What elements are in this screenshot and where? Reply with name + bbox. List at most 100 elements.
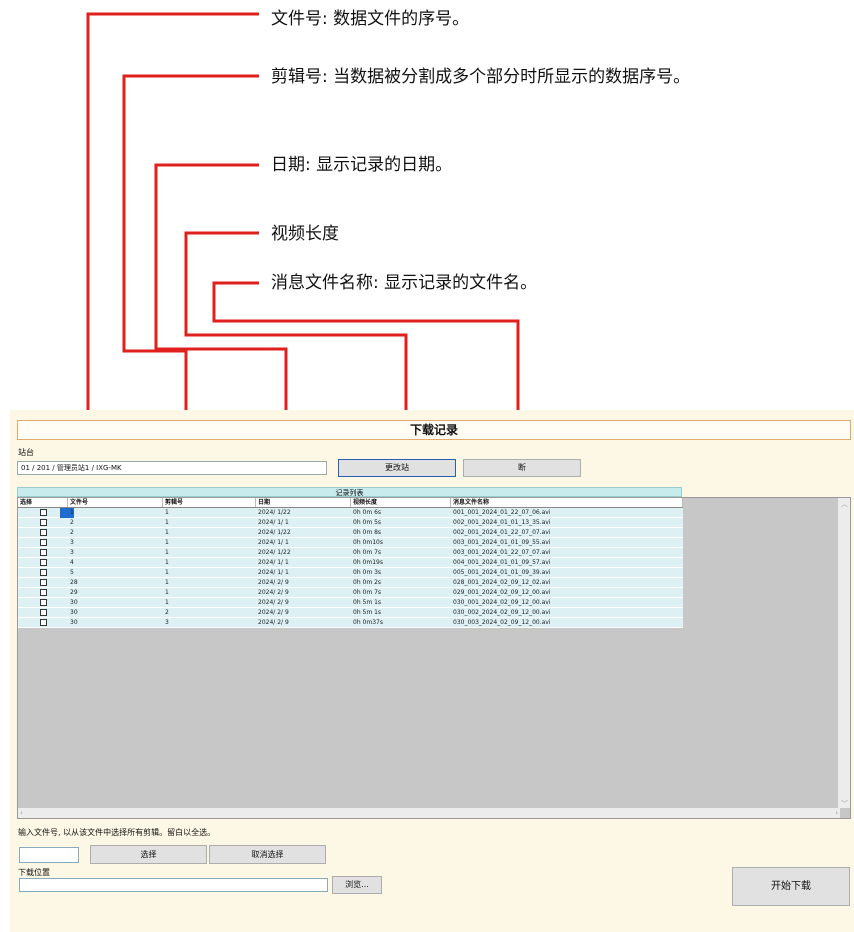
station-field[interactable]: 01 / 201 / 管理员站1 / IXG-MK	[17, 461, 327, 475]
record-list-table[interactable]: 选择 文件号 剪辑号 日期 视频长度 消息文件名称 1 1 2024/ 1/22 0h…	[17, 497, 851, 819]
row-checkbox[interactable]	[40, 609, 47, 616]
cell-date: 2024/ 2/ 9	[258, 609, 289, 616]
table-row[interactable]: 30 3 2024/ 2/ 9 0h 0m37s 030_003_2024_02_09_…	[18, 618, 683, 628]
table-row[interactable]: 2 1 2024/ 1/ 1 0h 0m 5s 002_001_2024_01_01_1…	[18, 518, 683, 528]
cell-message-file-name: 030_001_2024_02_09_12_00.avi	[453, 599, 551, 606]
cell-date: 2024/ 1/ 1	[258, 559, 289, 566]
table-row[interactable]: 30 1 2024/ 2/ 9 0h 5m 1s 030_001_2024_02_09_…	[18, 598, 683, 608]
disconnect-button[interactable]: 断	[463, 459, 581, 477]
cell-clip-number: 1	[165, 569, 169, 576]
cell-file-number: 29	[70, 589, 78, 596]
vertical-scrollbar[interactable]: ︿ ﹀	[838, 498, 850, 808]
deselect-button[interactable]: 取消选择	[209, 845, 326, 864]
callout-video-length: 视频长度	[271, 224, 339, 244]
header-video-length[interactable]: 视频长度	[351, 498, 451, 507]
cell-message-file-name: 002_001_2024_01_01_13_35.avi	[453, 519, 551, 526]
cell-video-length: 0h 0m 7s	[353, 589, 382, 596]
cell-file-number: 1	[70, 509, 74, 516]
row-checkbox[interactable]	[40, 569, 47, 576]
start-download-button[interactable]: 开始下载	[732, 867, 850, 906]
header-date[interactable]: 日期	[256, 498, 351, 507]
table-row[interactable]: 29 1 2024/ 2/ 9 0h 0m 7s 029_001_2024_02_09_…	[18, 588, 683, 598]
download-location-input[interactable]	[19, 878, 328, 892]
cell-file-number: 3	[70, 539, 74, 546]
cell-file-number: 30	[70, 609, 78, 616]
scroll-right-arrow-icon[interactable]: ›	[835, 809, 838, 817]
cell-clip-number: 1	[165, 589, 169, 596]
header-clip-number[interactable]: 剪辑号	[163, 498, 256, 507]
cell-clip-number: 1	[165, 579, 169, 586]
scroll-down-arrow-icon[interactable]: ﹀	[841, 800, 848, 808]
cell-file-number: 3	[70, 549, 74, 556]
scroll-up-arrow-icon[interactable]: ︿	[841, 500, 848, 508]
cell-clip-number: 1	[165, 539, 169, 546]
row-checkbox[interactable]	[40, 589, 47, 596]
cell-clip-number: 2	[165, 609, 169, 616]
header-select[interactable]: 选择	[18, 498, 68, 507]
table-row[interactable]: 3 1 2024/ 1/22 0h 0m 7s 003_001_2024_01_22_0…	[18, 548, 683, 558]
cell-date: 2024/ 1/ 1	[258, 519, 289, 526]
row-checkbox[interactable]	[40, 519, 47, 526]
cell-message-file-name: 005_001_2024_01_01_09_39.avi	[453, 569, 551, 576]
table-row[interactable]: 2 1 2024/ 1/22 0h 0m 8s 002_001_2024_01_22_0…	[18, 528, 683, 538]
window-title: 下载记录	[17, 420, 851, 440]
cell-date: 2024/ 1/ 1	[258, 569, 289, 576]
callout-date: 日期: 显示记录的日期。	[271, 155, 453, 175]
table-row[interactable]: 1 1 2024/ 1/22 0h 0m 6s 001_001_2024_01_22_0…	[18, 508, 683, 518]
cell-message-file-name: 029_001_2024_02_09_12_00.avi	[453, 589, 551, 596]
cell-video-length: 0h 0m 5s	[353, 519, 382, 526]
cell-message-file-name: 004_001_2024_01_01_09_57.avi	[453, 559, 551, 566]
cell-clip-number: 1	[165, 549, 169, 556]
header-message-file-name[interactable]: 消息文件名称	[451, 498, 683, 507]
cell-file-number: 2	[70, 529, 74, 536]
table-row[interactable]: 4 1 2024/ 1/ 1 0h 0m19s 004_001_2024_01_01_0…	[18, 558, 683, 568]
row-checkbox[interactable]	[40, 579, 47, 586]
cell-video-length: 0h 0m 2s	[353, 579, 382, 586]
cell-file-number: 28	[70, 579, 78, 586]
download-location-label: 下载位置	[18, 868, 50, 877]
callout-message-file: 消息文件名称: 显示记录的文件名。	[271, 273, 538, 293]
cell-message-file-name: 002_001_2024_01_22_07_07.avi	[453, 529, 551, 536]
cell-date: 2024/ 1/ 1	[258, 539, 289, 546]
cell-message-file-name: 030_002_2024_02_09_12_00.avi	[453, 609, 551, 616]
change-station-button[interactable]: 更改站	[338, 459, 456, 477]
cell-clip-number: 1	[165, 509, 169, 516]
row-checkbox[interactable]	[40, 549, 47, 556]
horizontal-scrollbar[interactable]: ‹ ›	[18, 808, 840, 818]
row-checkbox[interactable]	[40, 619, 47, 626]
browse-button[interactable]: 浏览...	[332, 876, 382, 894]
row-checkbox[interactable]	[40, 559, 47, 566]
table-row[interactable]: 28 1 2024/ 2/ 9 0h 0m 2s 028_001_2024_02_09_…	[18, 578, 683, 588]
cell-clip-number: 1	[165, 519, 169, 526]
cell-clip-number: 3	[165, 619, 169, 626]
row-checkbox[interactable]	[40, 539, 47, 546]
header-file-number[interactable]: 文件号	[68, 498, 163, 507]
table-row[interactable]: 30 2 2024/ 2/ 9 0h 5m 1s 030_002_2024_02_09_…	[18, 608, 683, 618]
cell-message-file-name: 030_003_2024_02_09_12_00.avi	[453, 619, 551, 626]
cell-message-file-name: 028_001_2024_02_09_12_02.avi	[453, 579, 551, 586]
row-checkbox[interactable]	[40, 529, 47, 536]
cell-clip-number: 1	[165, 529, 169, 536]
cell-video-length: 0h 5m 1s	[353, 609, 382, 616]
file-number-input[interactable]	[19, 847, 79, 863]
row-checkbox[interactable]	[40, 509, 47, 516]
table-row[interactable]: 3 1 2024/ 1/ 1 0h 0m10s 003_001_2024_01_01_0…	[18, 538, 683, 548]
select-button[interactable]: 选择	[90, 845, 207, 864]
cell-date: 2024/ 2/ 9	[258, 619, 289, 626]
row-checkbox[interactable]	[40, 599, 47, 606]
cell-message-file-name: 001_001_2024_01_22_07_06.avi	[453, 509, 551, 516]
callout-file-number: 文件号: 数据文件的序号。	[271, 9, 470, 29]
cell-message-file-name: 003_001_2024_01_22_07_07.avi	[453, 549, 551, 556]
cell-file-number: 4	[70, 559, 74, 566]
cell-video-length: 0h 0m 3s	[353, 569, 382, 576]
cell-date: 2024/ 2/ 9	[258, 599, 289, 606]
scroll-left-arrow-icon[interactable]: ‹	[20, 809, 23, 817]
cell-date: 2024/ 2/ 9	[258, 589, 289, 596]
cell-file-number: 30	[70, 619, 78, 626]
cell-date: 2024/ 2/ 9	[258, 579, 289, 586]
cell-video-length: 0h 0m19s	[353, 559, 383, 566]
cell-file-number: 2	[70, 519, 74, 526]
table-row[interactable]: 5 1 2024/ 1/ 1 0h 0m 3s 005_001_2024_01_01_0…	[18, 568, 683, 578]
table-header: 选择 文件号 剪辑号 日期 视频长度 消息文件名称	[18, 498, 683, 508]
station-label: 站台	[18, 448, 34, 457]
